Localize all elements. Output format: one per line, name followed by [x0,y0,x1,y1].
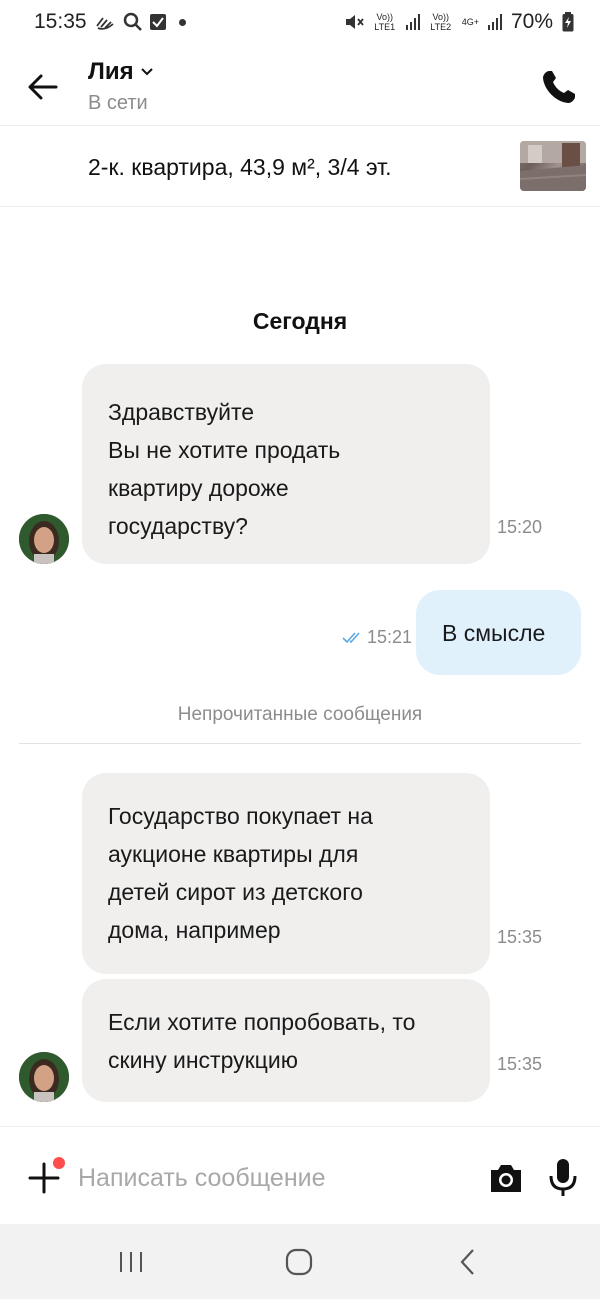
contact-info[interactable]: Лия В сети [88,58,154,115]
message-line: детей сирот из детского [108,879,363,905]
signal1-icon [405,14,420,30]
incoming-message[interactable]: Если хотите попробовать, то скину инстру… [82,979,490,1102]
signal2-icon [487,14,502,30]
network-type: 4G+ [461,17,479,27]
message-time: 15:35 [497,1054,543,1074]
listing-title: 2-к. квартира, 43,9 м², 3/4 эт. [88,154,392,180]
status-time: 15:35 [34,10,87,33]
sim1-label: Vo)) LTE1 [374,12,396,32]
message-input[interactable] [78,1159,458,1197]
chat-header: Лия В сети [0,44,600,126]
home-icon[interactable] [285,1248,313,1276]
system-nav-bar [0,1224,600,1299]
status-bar: 15:35 Vo)) LTE1 Vo)) LTE2 4G+ 70% [0,0,600,44]
wave-hand-icon [95,17,114,30]
message-line: скину инструкцию [108,1047,298,1073]
phone-icon[interactable] [540,68,578,106]
sim2-label: Vo)) LTE2 [430,12,452,32]
contact-name: Лия [88,58,134,85]
message-line: Если хотите попробовать, то [108,1009,416,1035]
avatar-photo [19,1052,69,1102]
attachment-badge [53,1157,65,1169]
listing-bar[interactable]: 2-к. квартира, 43,9 м², 3/4 эт. [0,127,600,207]
double-check-icon [342,631,360,643]
message-line: дома, например [108,917,281,943]
day-separator: Сегодня [252,308,348,334]
incoming-message[interactable]: Государство покупает на аукционе квартир… [82,773,490,974]
message-composer [0,1126,600,1224]
checkbox-icon [149,14,166,30]
message-time: 15:35 [497,927,543,947]
avatar[interactable] [19,1052,69,1102]
avatar[interactable] [19,514,69,564]
message-line: Государство покупает на [108,803,373,829]
microphone-icon[interactable] [548,1158,578,1198]
listing-thumbnail[interactable] [520,141,586,191]
avatar-photo [19,514,69,564]
notification-icons [95,12,186,32]
presence-status: В сети [88,92,148,114]
chevron-down-icon [140,68,153,76]
outgoing-message[interactable]: В смысле [416,590,581,675]
search-icon [123,12,142,31]
unread-divider-label: Непрочитанные сообщения [177,704,423,725]
apartment-photo-icon [520,141,586,191]
message-line: Здравствуйте [108,399,255,425]
message-line: Вы не хотите продать [108,437,341,463]
back-arrow-icon[interactable] [26,70,60,104]
message-line: квартиру дороже [108,475,289,501]
more-notifications-dot [178,18,186,26]
message-line: аукционе квартиры для [108,841,359,867]
battery-percent: 70% [510,10,553,33]
unread-divider-line [19,743,581,744]
battery-icon [562,12,574,32]
message-time: 15:20 [497,517,543,537]
incoming-message[interactable]: Здравствуйте Вы не хотите продать кварти… [82,364,490,564]
message-time: 15:21 [367,627,413,647]
mute-icon [345,15,364,29]
outgoing-meta: 15:21 [342,627,412,648]
recents-icon[interactable] [117,1250,145,1274]
message-line: В смысле [442,620,546,646]
message-line: государству? [108,513,248,539]
camera-icon[interactable] [488,1161,524,1195]
nav-back-icon[interactable] [458,1248,478,1276]
